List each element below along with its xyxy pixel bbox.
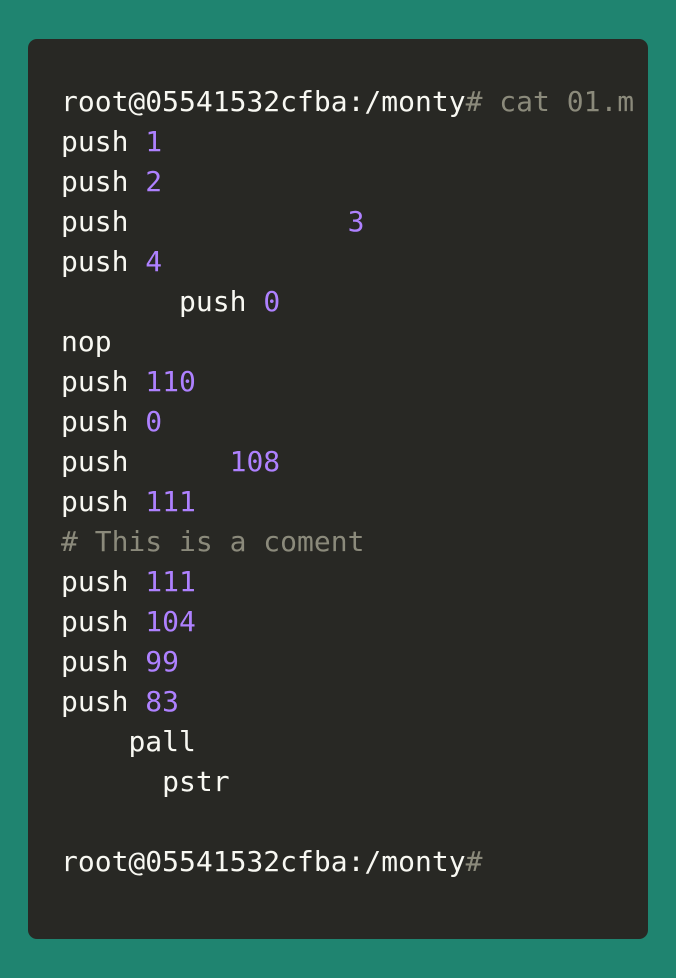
code-line: push 0 <box>61 282 634 322</box>
shell-prompt-final: root@05541532cfba:/monty <box>61 845 466 878</box>
operand-number: 0 <box>145 405 163 438</box>
operand-number: 2 <box>145 165 163 198</box>
shell-prompt: root@05541532cfba:/monty <box>61 85 466 118</box>
code-line: # This is a coment <box>61 522 634 562</box>
terminal-window[interactable]: root@05541532cfba:/monty# cat 01.m push 1… <box>28 39 648 939</box>
prompt-symbol: # <box>465 85 483 118</box>
code-line: push 111 <box>61 482 634 522</box>
opcode: push <box>61 645 129 678</box>
operand-number: 108 <box>229 445 281 478</box>
code-line: push 2 <box>61 162 634 202</box>
opcode: pall <box>128 725 196 758</box>
opcode: push <box>61 685 129 718</box>
operand-number: 99 <box>145 645 180 678</box>
opcode: nop <box>61 325 112 358</box>
operand-number: 0 <box>263 285 281 318</box>
opcode: push <box>61 445 129 478</box>
opcode: push <box>179 285 247 318</box>
code-line: push 104 <box>61 602 634 642</box>
code-line: push 99 <box>61 642 634 682</box>
code-line: nop <box>61 322 634 362</box>
code-line: push 110 <box>61 362 634 402</box>
operand-number: 1 <box>145 125 163 158</box>
operand-number: 110 <box>145 365 196 398</box>
opcode: pstr <box>162 765 230 798</box>
operand-number: 83 <box>145 685 180 718</box>
final-prompt-line: root@05541532cfba:/monty# <box>61 842 634 882</box>
command-line: root@05541532cfba:/monty# cat 01.m <box>61 82 634 122</box>
code-line: push 0 <box>61 402 634 442</box>
code-comment: # This is a coment <box>61 525 365 558</box>
opcode: push <box>61 565 129 598</box>
code-line: pall <box>61 722 634 762</box>
opcode: push <box>61 125 129 158</box>
operand-number: 4 <box>145 245 163 278</box>
opcode: push <box>61 365 129 398</box>
operand-number: 111 <box>145 565 196 598</box>
opcode: push <box>61 405 129 438</box>
code-line: push 108 <box>61 442 634 482</box>
opcode: push <box>61 165 129 198</box>
opcode: push <box>61 245 129 278</box>
file-content: push 1 push 2 push 3 push 4 push 0 nop push 1… <box>61 122 634 842</box>
operand-number: 3 <box>347 205 365 238</box>
code-line: push 83 <box>61 682 634 722</box>
opcode: push <box>61 485 129 518</box>
opcode: push <box>61 205 129 238</box>
code-line: push 111 <box>61 562 634 602</box>
prompt-symbol-final: # <box>465 845 483 878</box>
terminal-output: root@05541532cfba:/monty# cat 01.m push 1… <box>61 82 634 882</box>
code-line: push 4 <box>61 242 634 282</box>
opcode: push <box>61 605 129 638</box>
command-text: cat 01.m <box>482 85 635 118</box>
operand-number: 111 <box>145 485 196 518</box>
operand-number: 104 <box>145 605 196 638</box>
code-line: pstr <box>61 762 634 802</box>
code-line: push 1 <box>61 122 634 162</box>
code-line: push 3 <box>61 202 634 242</box>
